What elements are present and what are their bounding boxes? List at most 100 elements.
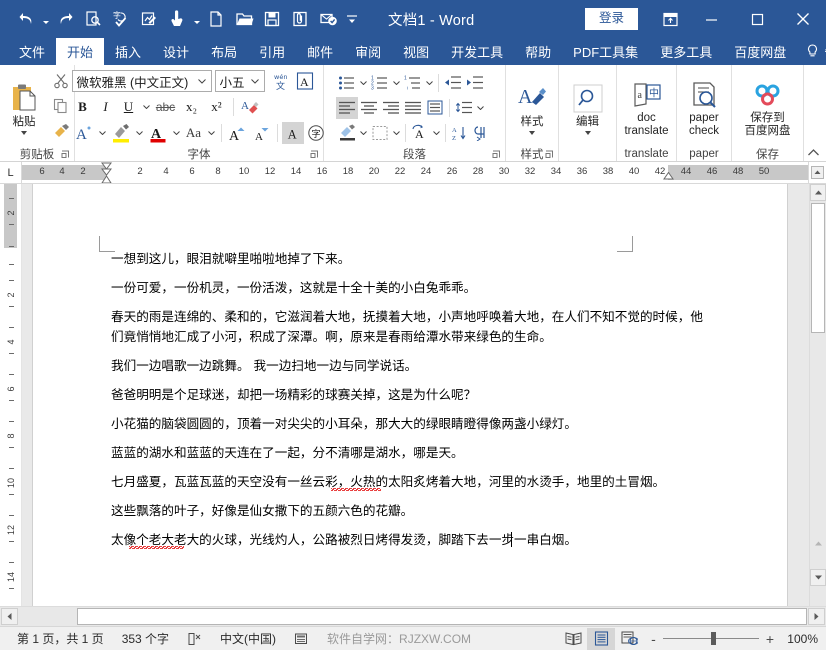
- paragraph[interactable]: 一想到这儿，眼泪就噼里啪啦地掉了下来。: [111, 249, 711, 269]
- change-case-dropdown-icon[interactable]: [206, 122, 217, 144]
- zoom-in-button[interactable]: +: [766, 632, 774, 646]
- zoom-control[interactable]: - +: [643, 632, 782, 646]
- decrease-indent-button[interactable]: [442, 72, 464, 94]
- numbering-button[interactable]: 1 2 3: [369, 72, 391, 94]
- asian-layout-button[interactable]: A: [409, 122, 431, 144]
- bullets-dropdown-icon[interactable]: [358, 72, 369, 94]
- tab-stop-selector[interactable]: L: [0, 162, 22, 183]
- paper-check-button[interactable]: paper check: [679, 74, 729, 138]
- asian-layout-dropdown-icon[interactable]: [431, 122, 442, 144]
- customize-qat-icon[interactable]: [342, 5, 362, 33]
- tab-help[interactable]: 帮助: [514, 38, 562, 65]
- align-left-button[interactable]: [336, 97, 358, 119]
- tab-design[interactable]: 设计: [152, 38, 200, 65]
- underline-dropdown-icon[interactable]: [141, 96, 152, 118]
- vertical-scrollbar[interactable]: [809, 184, 826, 606]
- paragraph[interactable]: 这些飘落的叶子，好像是仙女撒下的五颜六色的花瓣。: [111, 501, 711, 521]
- collapse-ribbon-button[interactable]: [807, 147, 820, 158]
- save-icon[interactable]: [258, 5, 286, 33]
- font-name-chevron-down-icon[interactable]: [195, 79, 209, 84]
- scroll-up-button-top[interactable]: [808, 162, 826, 183]
- ruler-track[interactable]: 6 4 2 2 4 6 8 10 12 14 16 18 20 22 24 26…: [22, 162, 808, 183]
- scroll-up-arrow-icon[interactable]: [810, 184, 826, 201]
- font-name-combo[interactable]: 微软雅黑 (中文正文): [72, 70, 212, 92]
- strikethrough-button[interactable]: abc: [153, 96, 179, 118]
- scroll-left-arrow-icon[interactable]: [1, 608, 18, 625]
- justify-button[interactable]: [402, 97, 424, 119]
- shrink-font-button[interactable]: A: [250, 122, 273, 144]
- borders-dropdown-icon[interactable]: [391, 122, 402, 144]
- document-page[interactable]: 一想到这儿，眼泪就噼里啪啦地掉了下来。 一份可爱，一份机灵，一份活泼，这就是十全…: [32, 184, 788, 606]
- document-text-body[interactable]: 一想到这儿，眼泪就噼里啪啦地掉了下来。 一份可爱，一份机灵，一份活泼，这就是十全…: [111, 249, 711, 559]
- macro-record-icon[interactable]: [285, 632, 318, 645]
- tab-more-tools[interactable]: 更多工具: [649, 38, 723, 65]
- shading-button[interactable]: [336, 122, 358, 144]
- zoom-slider[interactable]: [663, 638, 759, 639]
- line-spacing-button[interactable]: [453, 97, 475, 119]
- paragraph[interactable]: 爸爸明明是个足球迷，却把一场精彩的球赛关掉，这是为什么呢？: [111, 385, 711, 405]
- align-center-button[interactable]: [358, 97, 380, 119]
- numbering-dropdown-icon[interactable]: [391, 72, 402, 94]
- document-canvas[interactable]: 一想到这儿，眼泪就噼里啪啦地掉了下来。 一份可爱，一份机灵，一份活泼，这就是十全…: [22, 184, 809, 606]
- horizontal-scrollbar-thumb[interactable]: [77, 608, 807, 625]
- horizontal-scrollbar-track[interactable]: [19, 608, 807, 625]
- distribute-button[interactable]: [424, 97, 446, 119]
- clear-formatting-button[interactable]: A: [238, 96, 262, 118]
- borders-button[interactable]: [369, 122, 391, 144]
- redo-icon[interactable]: [51, 5, 79, 33]
- italic-button[interactable]: I: [95, 96, 117, 118]
- proofing-status-icon[interactable]: [178, 632, 211, 646]
- paragraph[interactable]: 我们一边唱歌一边跳舞。 我一边扫地一边与同学说话。: [111, 356, 711, 376]
- styles-button[interactable]: A 样式: [509, 78, 555, 135]
- tab-layout[interactable]: 布局: [200, 38, 248, 65]
- paragraph[interactable]: 春天的雨是连绵的、柔和的，它滋润着大地，抚摸着大地，小声地呼唤着大地，在人们不知…: [111, 307, 711, 347]
- edit-chart-icon[interactable]: [135, 5, 163, 33]
- touch-mode-icon[interactable]: [163, 5, 191, 33]
- tab-review[interactable]: 审阅: [344, 38, 392, 65]
- text-highlight-button[interactable]: [109, 122, 133, 144]
- paragraph[interactable]: 七月盛夏，瓦蓝瓦蓝的天空没有一丝云彩，火热的太阳炙烤着大地，河里的水烫手，地里的…: [111, 472, 711, 492]
- touch-mode-dropdown-icon[interactable]: [191, 5, 202, 33]
- subscript-button[interactable]: x₂: [180, 96, 204, 118]
- page-indicator[interactable]: 第 1 页，共 1 页: [8, 630, 113, 647]
- web-layout-view-button[interactable]: [615, 628, 643, 650]
- phonetic-guide-button[interactable]: wén 文: [269, 70, 292, 92]
- show-formatting-marks-button[interactable]: [471, 122, 493, 144]
- tab-pdf-tools[interactable]: PDF工具集: [562, 38, 649, 65]
- save-to-baidu-button[interactable]: 保存到 百度网盘: [736, 74, 800, 138]
- shading-dropdown-icon[interactable]: [358, 122, 369, 144]
- styles-dialog-launcher-icon[interactable]: [545, 150, 554, 159]
- font-color-button[interactable]: A: [146, 122, 170, 144]
- tab-view[interactable]: 视图: [392, 38, 440, 65]
- first-line-indent-marker[interactable]: [101, 162, 111, 170]
- horizontal-ruler[interactable]: L 6 4 2 2 4 6 8 10 12 14 16 18 20 22 24 …: [0, 162, 826, 184]
- right-indent-marker[interactable]: [663, 172, 673, 180]
- paragraph[interactable]: 一份可爱，一份机灵，一份活泼，这就是十全十美的小白兔乖乖。: [111, 278, 711, 298]
- language-indicator[interactable]: 中文(中国): [211, 630, 285, 647]
- word-count[interactable]: 353 个字: [113, 630, 178, 647]
- change-case-button[interactable]: Aa: [183, 122, 205, 144]
- font-size-combo[interactable]: 小五: [215, 70, 265, 92]
- font-color-dropdown-icon[interactable]: [171, 122, 182, 144]
- text-highlight-dropdown-icon[interactable]: [134, 122, 145, 144]
- editing-button[interactable]: 编辑: [564, 78, 612, 135]
- tell-me-search[interactable]: 告诉我: [797, 38, 826, 65]
- undo-icon[interactable]: [12, 5, 40, 33]
- font-size-chevron-down-icon[interactable]: [248, 79, 262, 84]
- tab-home[interactable]: 开始: [56, 38, 104, 65]
- zoom-slider-thumb[interactable]: [711, 632, 716, 645]
- paragraph-dialog-launcher-icon[interactable]: [492, 150, 501, 159]
- line-spacing-dropdown-icon[interactable]: [475, 97, 486, 119]
- text-effects-button[interactable]: A: [72, 122, 96, 144]
- character-border-button[interactable]: A: [293, 70, 317, 92]
- bullets-button[interactable]: [336, 72, 358, 94]
- paste-button[interactable]: 粘贴: [1, 78, 47, 135]
- tab-developer[interactable]: 开发工具: [440, 38, 514, 65]
- sort-button[interactable]: A Z: [449, 122, 471, 144]
- minimize-button[interactable]: [688, 0, 734, 38]
- new-document-icon[interactable]: [202, 5, 230, 33]
- scroll-right-arrow-icon[interactable]: [808, 608, 825, 625]
- close-button[interactable]: [780, 0, 826, 38]
- font-dialog-launcher-icon[interactable]: [310, 150, 319, 159]
- vertical-scrollbar-thumb[interactable]: [811, 203, 825, 333]
